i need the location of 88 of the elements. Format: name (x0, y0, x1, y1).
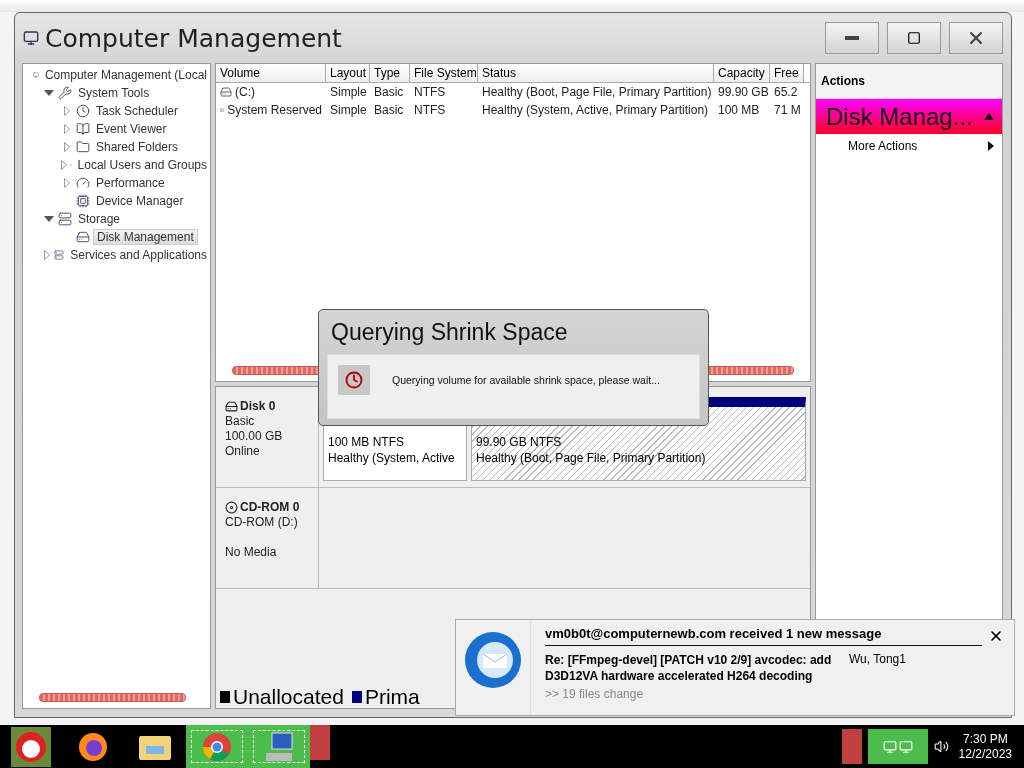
tree-item[interactable]: Disk Management (93, 229, 198, 245)
chip-icon (76, 194, 90, 208)
disk-status: No Media (225, 545, 278, 559)
fox-browser-icon (77, 730, 109, 763)
minimize-icon (845, 36, 859, 40)
table-cell-text: 65.2 (773, 84, 799, 101)
clock-icon (76, 104, 90, 118)
chrome-icon (201, 730, 233, 763)
tree-item[interactable]: System Tools (75, 86, 153, 100)
tree-item[interactable]: Shared Folders (93, 140, 182, 154)
collapsed-arrow-icon[interactable] (64, 124, 70, 134)
disk-name: Disk 0 (225, 399, 309, 413)
collapsed-arrow-icon[interactable] (44, 250, 51, 260)
disk-type: Basic (225, 414, 256, 428)
disk-status: Online (225, 444, 261, 458)
legend-label: Unallocated (233, 686, 344, 708)
submenu-arrow-icon (988, 141, 994, 151)
message-sender: Wu, Tong1 (849, 652, 906, 668)
disk-name: CD-ROM 0 (225, 500, 309, 514)
window-title: Computer Management (45, 23, 343, 53)
volume-icon[interactable] (933, 739, 949, 754)
hard-drive-icon (76, 230, 90, 244)
table-cell-text: Basic (373, 102, 405, 119)
tree-item[interactable]: Services and Applications (67, 248, 210, 262)
tree-item[interactable]: Device Manager (93, 194, 187, 208)
tree-item[interactable]: Local Users and Groups (74, 158, 210, 172)
actions-section-header[interactable]: Disk Manag... (816, 99, 1002, 134)
tree-item[interactable]: Task Scheduler (93, 104, 182, 118)
table-cell-text: Simple (329, 84, 368, 101)
maximize-icon (907, 31, 921, 45)
collapsed-arrow-icon[interactable] (64, 106, 70, 116)
column-header[interactable]: Layout (326, 64, 370, 82)
table-cell-text: Basic (373, 84, 405, 101)
close-button[interactable] (988, 628, 1004, 644)
tree-item[interactable]: Performance (93, 176, 168, 190)
folder-icon (76, 140, 90, 154)
partition-text: Healthy (Boot, Page File, Primary Partition) (476, 451, 707, 465)
table-cell-text: 99.90 GB (717, 84, 770, 101)
message-subject[interactable]: Re: [FFmpeg-devel] [PATCH v10 2/9] avcodec: add D3D12VA hardware accelerated H264 decoding (545, 652, 835, 684)
column-header[interactable]: File System (410, 64, 478, 82)
action-item[interactable]: More Actions (816, 134, 1002, 155)
dialog-title: Querying Shrink Space (330, 317, 569, 347)
tree-item[interactable]: Storage (75, 212, 124, 226)
collapsed-arrow-icon[interactable] (61, 160, 67, 170)
table-cell-text: Healthy (System, Active, Primary Partition) (481, 102, 710, 119)
scroll-bar[interactable] (39, 693, 186, 702)
table-cell-text: NTFS (413, 84, 447, 101)
collapsed-arrow-icon[interactable] (64, 178, 70, 188)
table-cell: (C:) (216, 83, 326, 101)
actions-header: Actions (816, 64, 1002, 99)
gauge-icon (76, 176, 90, 190)
partition-text: Healthy (System, Active (328, 451, 456, 465)
table-cell-text: NTFS (413, 102, 447, 119)
collapse-caret-icon[interactable] (984, 113, 994, 120)
tree-item[interactable]: Event Viewer (93, 122, 170, 136)
tree-item[interactable]: Computer Management (Local (41, 68, 210, 82)
close-button[interactable] (949, 22, 1003, 54)
message-preview: >> 19 files change (545, 687, 645, 701)
clock-icon (338, 365, 370, 395)
dialog-message: Querying volume for available shrink space, please wait... (392, 374, 660, 386)
wrench-icon (58, 86, 72, 100)
partition-text: 99.90 GB NTFS (476, 435, 563, 449)
partition-text: 100 MB NTFS (328, 435, 406, 449)
tray-clock[interactable]: 7:30 PM 12/2/2023 (954, 731, 1016, 762)
table-cell-text: Simple (329, 102, 368, 119)
disk-size: 100.00 GB (225, 429, 284, 443)
avatar-icon (11, 726, 51, 767)
column-header[interactable]: Status (478, 64, 714, 82)
disk-type: CD-ROM (D:) (225, 515, 299, 529)
maximize-button[interactable] (887, 22, 941, 54)
expanded-arrow-icon[interactable] (44, 216, 54, 222)
disc-drive-icon (225, 500, 238, 514)
table-cell-text: 100 MB (717, 102, 761, 119)
table-cell: System Reserved (216, 101, 326, 119)
notification-title: vm0b0t@computernewb.com received 1 new message (545, 626, 883, 641)
taskbar-tab[interactable] (841, 729, 862, 764)
column-header[interactable]: Free (770, 64, 804, 82)
legend-label: Prima (364, 686, 420, 708)
minimize-button[interactable] (825, 22, 879, 54)
table-cell-text: 71 M (773, 102, 802, 119)
expanded-arrow-icon[interactable] (44, 90, 54, 96)
column-header[interactable]: Type (370, 64, 410, 82)
taskbar-app-button[interactable] (248, 725, 310, 768)
collapsed-arrow-icon[interactable] (64, 142, 70, 152)
book-icon (76, 122, 90, 136)
column-header[interactable]: Volume (216, 64, 326, 82)
table-cell-text: Healthy (Boot, Page File, Primary Partition) (481, 84, 713, 101)
column-header[interactable]: Capacity (714, 64, 770, 82)
